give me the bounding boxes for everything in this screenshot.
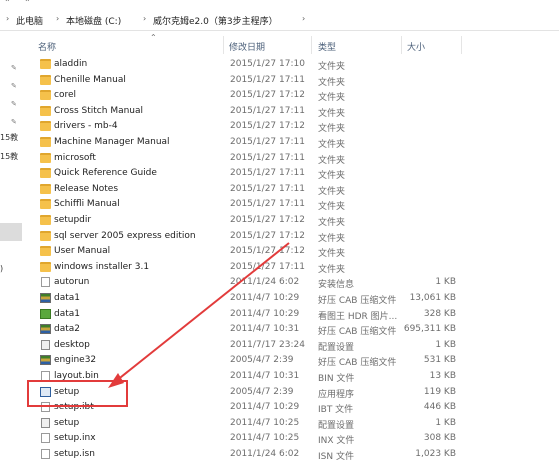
arrow-head [108, 373, 124, 388]
arrow-shaft [115, 242, 290, 382]
annotation-arrow [108, 242, 290, 388]
